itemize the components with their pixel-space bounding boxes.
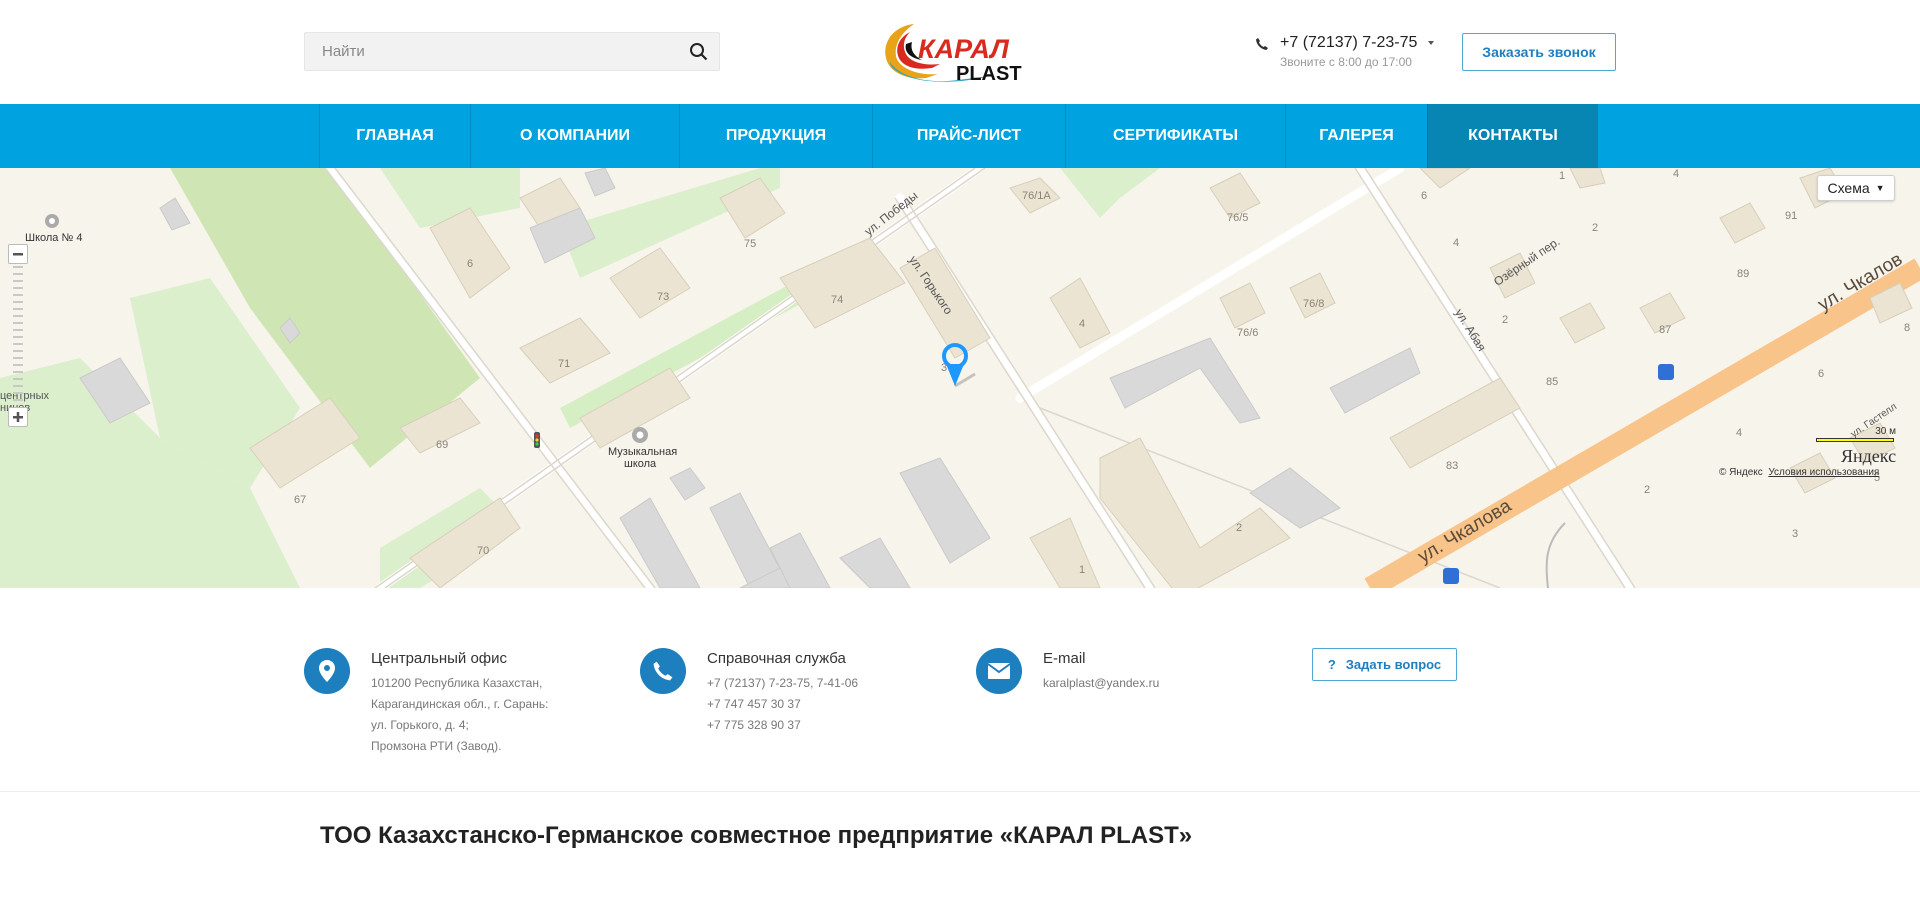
house-number: 2 <box>1236 522 1243 534</box>
yandex-map[interactable]: 76/1А 76/5 76/6 76/8 75 74 73 71 69 67 7… <box>0 168 1920 588</box>
nav-item-pricelist[interactable]: ПРАЙС-ЛИСТ <box>872 104 1065 168</box>
house-number: 2 <box>1502 314 1509 326</box>
header-phone[interactable]: +7 (72137) 7-23-75 <box>1280 34 1417 52</box>
house-number: 85 <box>1546 376 1559 388</box>
house-number: 8 <box>1904 322 1911 334</box>
house-number: 69 <box>436 439 449 451</box>
phone-dropdown-icon[interactable] <box>1428 41 1434 45</box>
house-number: 70 <box>477 545 490 557</box>
email-link[interactable]: karalplast@yandex.ru <box>1043 673 1159 694</box>
house-number: 83 <box>1446 460 1459 472</box>
page-title: ТОО Казахстанско-Германское совместное п… <box>320 822 1193 849</box>
zoom-control <box>8 244 28 428</box>
callback-button[interactable]: Заказать звонок <box>1462 33 1616 71</box>
nav-item-certificates[interactable]: СЕРТИФИКАТЫ <box>1065 104 1285 168</box>
address-line: Промзона РТИ (Завод). <box>371 739 502 753</box>
house-number: 73 <box>657 291 670 303</box>
search-input[interactable] <box>305 33 645 70</box>
poi-label[interactable]: Школа № 4 <box>25 232 82 244</box>
question-icon: ? <box>1327 657 1336 672</box>
logo-text-line2: PLAST <box>956 63 1022 85</box>
phone-line[interactable]: +7 747 457 30 37 <box>707 694 858 715</box>
house-number: 1 <box>1559 170 1566 182</box>
site-header: КАРАЛ PLAST +7 (72137) 7-23-75 Звоните с… <box>0 0 1920 104</box>
house-number: 89 <box>1737 268 1750 280</box>
house-number: 71 <box>558 358 571 370</box>
nav-item-products[interactable]: ПРОДУКЦИЯ <box>679 104 872 168</box>
house-number: 87 <box>1659 324 1672 336</box>
house-number: 76/1А <box>1022 190 1051 202</box>
phone-line[interactable]: +7 (72137) 7-23-75, 7-41-06 <box>707 673 858 694</box>
house-number: 6 <box>1818 368 1825 380</box>
phone-line[interactable]: +7 775 328 90 37 <box>707 715 858 736</box>
zoom-slider[interactable] <box>13 266 23 404</box>
contact-title: Центральный офис <box>371 650 508 667</box>
terms-link[interactable]: Условия использования <box>1768 467 1879 478</box>
house-number: 4 <box>1736 427 1743 439</box>
map-layer-label: Схема <box>1827 180 1870 196</box>
copyright-text: © Яндекс <box>1719 467 1763 478</box>
house-number: 91 <box>1785 210 1798 222</box>
house-number: 76/6 <box>1237 327 1259 339</box>
search-box <box>304 32 720 71</box>
house-number: 3 <box>941 362 948 374</box>
house-number: 67 <box>294 494 307 506</box>
house-number: 75 <box>744 238 757 250</box>
poi-label[interactable]: школа <box>624 458 656 470</box>
map-layer-button[interactable]: Схема ▼ <box>1817 175 1895 201</box>
contact-title: Справочная служба <box>707 650 846 667</box>
envelope-icon <box>976 648 1022 694</box>
phone-icon <box>1255 37 1269 51</box>
nav-item-home[interactable]: ГЛАВНАЯ <box>319 104 470 168</box>
yandex-logo[interactable]: Яндекс <box>1841 446 1896 467</box>
search-icon[interactable] <box>689 42 709 62</box>
work-hours: Звоните с 8:00 до 17:00 <box>1280 55 1412 69</box>
house-number: 6 <box>1421 190 1428 202</box>
contact-title: E-mail <box>1043 650 1086 667</box>
address-line: ул. Горького, д. 4; <box>371 718 469 732</box>
scale-bar <box>1816 438 1894 442</box>
scale-label: 30 м <box>1875 426 1896 437</box>
minus-icon <box>13 253 23 256</box>
nav-item-gallery[interactable]: ГАЛЕРЕЯ <box>1285 104 1427 168</box>
house-number: 4 <box>1673 168 1680 180</box>
address-line: 101200 Республика Казахстан, <box>371 676 543 690</box>
house-number: 76/5 <box>1227 212 1249 224</box>
house-number: 2 <box>1592 222 1599 234</box>
map-copyright: © Яндекс Условия использования <box>1719 467 1879 478</box>
plus-icon <box>13 412 23 422</box>
house-number: 4 <box>1453 237 1460 249</box>
main-nav: ГЛАВНАЯ О КОМПАНИИ ПРОДУКЦИЯ ПРАЙС-ЛИСТ … <box>0 104 1920 168</box>
poi-label[interactable]: Музыкальная <box>608 446 677 458</box>
house-number: 6 <box>467 258 474 270</box>
logo-text-line1: КАРАЛ <box>918 34 1010 64</box>
zoom-out-button[interactable] <box>8 244 28 264</box>
address-line: Карагандинская обл., г. Сарань: <box>371 697 549 711</box>
location-pin-icon <box>304 648 350 694</box>
house-number: 2 <box>1644 484 1651 496</box>
house-number: 3 <box>1792 528 1799 540</box>
house-number: 76/8 <box>1303 298 1325 310</box>
caret-down-icon: ▼ <box>1875 183 1885 193</box>
phone-icon <box>640 648 686 694</box>
logo[interactable]: КАРАЛ PLAST <box>880 18 1040 86</box>
house-number: 1 <box>1079 564 1086 576</box>
divider <box>0 791 1920 792</box>
ask-question-button[interactable]: ? Задать вопрос <box>1312 648 1457 681</box>
house-number: 4 <box>1079 318 1086 330</box>
map-canvas[interactable] <box>0 168 1920 588</box>
zoom-in-button[interactable] <box>8 407 28 427</box>
house-number: 74 <box>831 294 844 306</box>
ask-question-label: Задать вопрос <box>1345 657 1442 672</box>
nav-item-about[interactable]: О КОМПАНИИ <box>470 104 679 168</box>
nav-item-contacts[interactable]: КОНТАКТЫ <box>1427 104 1598 168</box>
